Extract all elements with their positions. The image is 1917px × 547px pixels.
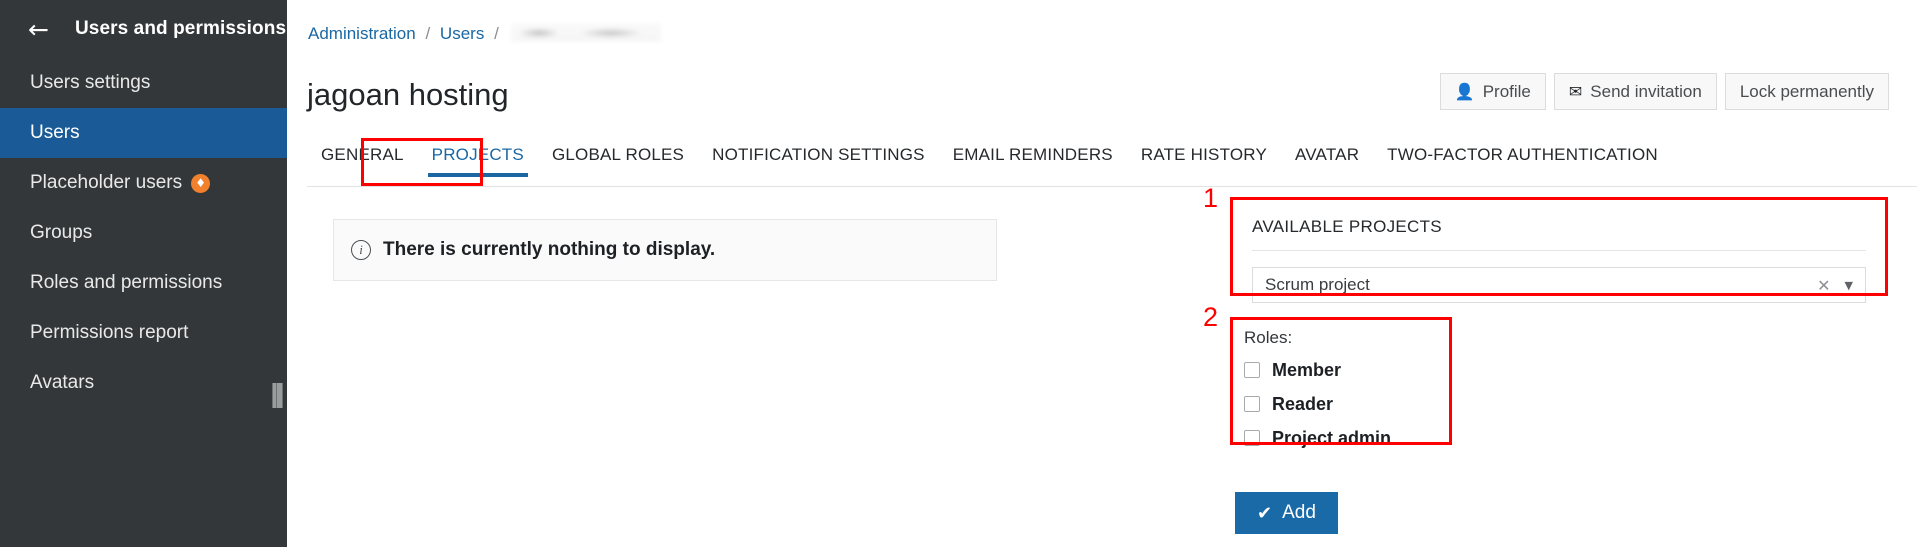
role-label: Reader [1272,393,1334,414]
breadcrumb-separator: / [494,24,499,43]
annotation-number-2: 2 [1203,302,1219,332]
sidebar-item-roles-and-permissions[interactable]: Roles and permissions [0,258,287,308]
tab-bar-divider [307,186,1917,187]
page-title: jagoan hosting [307,77,509,112]
envelope-icon: ✉ [1568,81,1583,101]
main-content: Administration / Users / jagoan hosting … [287,0,1917,547]
sidebar-item-avatars[interactable]: Avatars [0,358,287,408]
role-label: Project admin [1272,427,1392,448]
tab-avatar[interactable]: AVATAR [1281,145,1373,177]
sidebar-item-label: Avatars [30,372,95,393]
lock-permanently-button-label: Lock permanently [1739,81,1874,101]
sidebar-item-label: Groups [30,222,93,243]
annotation-number-1: 1 [1203,183,1219,213]
tab-two-factor-authentication[interactable]: TWO-FACTOR AUTHENTICATION [1373,145,1672,177]
role-row-reader[interactable]: Reader [1242,387,1434,421]
role-row-project-admin[interactable]: Project admin [1242,421,1434,455]
project-select-value: Scrum project [1265,275,1370,294]
breadcrumb: Administration / Users / [308,23,661,44]
breadcrumb-separator: / [425,24,431,43]
check-icon: ✔ [1257,502,1273,524]
sidebar-item-label: Placeholder users [30,172,183,193]
add-button[interactable]: ✔ Add [1235,492,1338,534]
profile-button[interactable]: 👤 Profile [1439,73,1546,110]
available-projects-panel: AVAILABLE PROJECTS Scrum project ✕ ▼ [1234,201,1884,317]
info-icon: i [351,240,371,260]
breadcrumb-current-redacted [510,23,661,42]
breadcrumb-users[interactable]: Users [440,24,484,43]
sidebar-item-label: Roles and permissions [30,272,223,293]
project-select[interactable]: Scrum project ✕ ▼ [1252,267,1866,303]
roles-label: Roles: [1244,328,1293,347]
add-button-label: Add [1282,502,1316,523]
tab-projects[interactable]: PROJECTS [418,145,538,177]
sidebar-item-users[interactable]: Users [0,108,287,158]
clear-icon[interactable]: ✕ [1817,276,1830,295]
empty-state-notice: i There is currently nothing to display. [333,219,997,281]
sidebar-title: Users and permissions [74,18,287,39]
sidebar-item-placeholder-users[interactable]: Placeholder users ♦ [0,158,287,208]
profile-button-label: Profile [1482,81,1531,101]
tab-global-roles[interactable]: GLOBAL ROLES [538,145,698,177]
gem-badge-icon: ♦ [191,173,211,193]
checkbox-member[interactable] [1244,362,1260,378]
tab-rate-history[interactable]: RATE HISTORY [1127,145,1281,177]
sidebar-item-label: Users settings [30,72,151,93]
breadcrumb-administration[interactable]: Administration [308,24,416,43]
lock-permanently-button[interactable]: Lock permanently [1724,73,1889,110]
arrow-left-icon[interactable]: ← [28,17,49,42]
sidebar-scrollbar[interactable] [272,383,283,408]
sidebar-item-label: Permissions report [30,322,189,343]
empty-state-text: There is currently nothing to display. [383,239,716,260]
sidebar-item-users-settings[interactable]: Users settings [0,58,287,108]
tab-bar: GENERAL PROJECTS GLOBAL ROLES NOTIFICATI… [307,145,1917,187]
sidebar-header: ← Users and permissions [0,0,287,58]
chevron-down-icon[interactable]: ▼ [1845,279,1853,292]
sidebar: ← Users and permissions Users settings U… [0,0,287,547]
checkbox-project-admin[interactable] [1244,430,1260,446]
sidebar-item-groups[interactable]: Groups [0,208,287,258]
tab-general[interactable]: GENERAL [307,145,418,177]
tab-notification-settings[interactable]: NOTIFICATION SETTINGS [698,145,939,177]
role-row-member[interactable]: Member [1242,353,1434,387]
tab-email-reminders[interactable]: EMAIL REMINDERS [939,145,1127,177]
checkbox-reader[interactable] [1244,396,1260,412]
person-icon: 👤 [1454,81,1475,101]
sidebar-item-permissions-report[interactable]: Permissions report [0,308,287,358]
roles-panel: Roles: Member Reader Project admin [1234,320,1448,467]
available-projects-label: AVAILABLE PROJECTS [1252,217,1866,251]
sidebar-item-label: Users [30,122,80,143]
send-invitation-button-label: Send invitation [1590,81,1702,101]
send-invitation-button[interactable]: ✉ Send invitation [1553,73,1717,110]
top-actions-toolbar: 👤 Profile ✉ Send invitation Lock permane… [1432,73,1889,110]
role-label: Member [1272,359,1342,380]
